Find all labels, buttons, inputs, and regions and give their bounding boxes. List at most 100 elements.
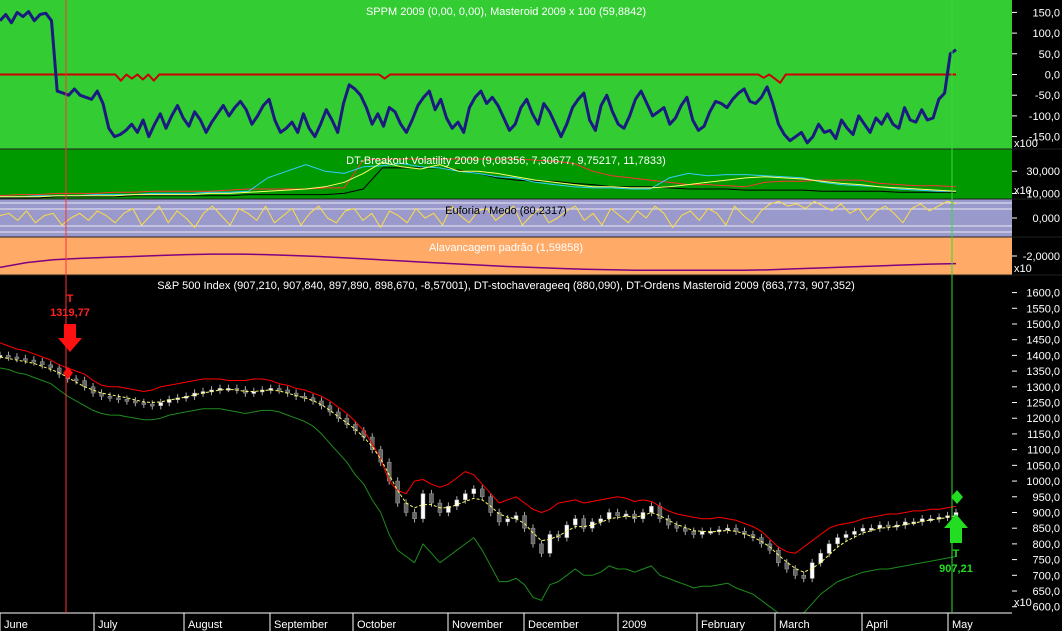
candle-body — [133, 400, 138, 404]
y-tick-label: 950,0 — [1032, 492, 1060, 504]
buy-signal-value: 907,21 — [939, 563, 973, 575]
sell-signal-value: 1319,77 — [50, 307, 90, 319]
y-tick-label: 1250,0 — [1026, 398, 1060, 410]
y-tick-label: 1000,0 — [1026, 476, 1060, 488]
x-tick-label: June — [4, 619, 28, 631]
y-tick-label: 0,000 — [1032, 213, 1060, 225]
candle-body — [479, 488, 485, 498]
candle-body — [776, 549, 781, 563]
x-tick-label: August — [188, 619, 222, 631]
sppm-scale-note: x100 — [1014, 138, 1038, 150]
candle-body — [801, 575, 806, 579]
panel-sppm-title: SPPM 2009 (0,00, 0,00), Masteroid 2009 x… — [366, 6, 646, 18]
panel-price-background — [0, 275, 1012, 613]
candle-body — [683, 527, 688, 532]
candle-body — [793, 568, 798, 576]
candle-body — [691, 531, 696, 535]
y-tick-label: 50,0 — [1039, 49, 1060, 61]
y-tick-label: 1100,0 — [1027, 445, 1060, 457]
y-tick-label: 100,0 — [1032, 28, 1060, 40]
y-tick-label: 800,0 — [1032, 539, 1060, 551]
panel-euforia-title: Euforia / Medo (80,2317) — [445, 205, 567, 217]
candle-body — [412, 512, 417, 520]
y-tick-label: 150,0 — [1032, 7, 1060, 19]
candle-body — [818, 553, 823, 563]
y-tick-label: 850,0 — [1032, 523, 1060, 535]
x-tick-label: 2009 — [622, 619, 646, 631]
breakout-scale-note: x10 — [1014, 185, 1032, 197]
candle-body — [463, 493, 468, 501]
candle-body — [505, 518, 510, 523]
x-tick-label: September — [274, 619, 328, 631]
trading-chart: 150,0100,050,00,0-50,0-100,0-150,030,000… — [0, 0, 1062, 631]
candle-body — [725, 527, 730, 531]
panel-breakout-title: DT-Breakout Volatility 2009 (9,08356, 7,… — [346, 155, 666, 167]
candle-body — [471, 488, 477, 494]
candle-body — [90, 386, 96, 394]
candle-body — [82, 380, 87, 388]
candle-body — [73, 378, 79, 382]
panel-alavancagem-title: Alavancagem padrão (1,59858) — [429, 242, 583, 254]
candle-body — [319, 400, 324, 406]
candle-body — [107, 395, 113, 399]
candle-body — [23, 358, 28, 361]
candle-body — [615, 512, 620, 516]
candle-body — [674, 524, 680, 529]
candle-body — [403, 502, 409, 513]
candle-body — [530, 527, 536, 545]
candle-body — [513, 515, 519, 520]
candle-body — [124, 399, 130, 402]
x-tick-label: November — [452, 619, 503, 631]
y-tick-label: 1550,0 — [1026, 303, 1060, 315]
y-tick-label: 1500,0 — [1026, 319, 1060, 331]
candle-body — [860, 527, 866, 532]
candle-body — [843, 534, 849, 538]
y-tick-label: -100,0 — [1029, 111, 1060, 123]
y-tick-label: 1150,0 — [1027, 429, 1060, 441]
candle-body — [40, 361, 45, 366]
candle-body — [48, 364, 54, 369]
y-tick-label: 0,0 — [1045, 70, 1060, 82]
y-tick-label: 1450,0 — [1026, 335, 1060, 347]
candle-body — [632, 513, 637, 520]
x-tick-label: April — [866, 619, 888, 631]
y-tick-label: 750,0 — [1032, 555, 1060, 567]
candle-body — [649, 505, 654, 513]
y-tick-label: -50,0 — [1035, 90, 1060, 102]
candle-body — [116, 397, 121, 401]
candle-body — [522, 515, 527, 529]
y-tick-label: 700,0 — [1032, 570, 1060, 582]
candle-body — [488, 496, 493, 513]
y-tick-label: 1600,0 — [1026, 288, 1060, 300]
x-tick-label: December — [528, 619, 579, 631]
candle-body — [31, 359, 37, 363]
panel-price-title: S&P 500 Index (907,210, 907,840, 897,890… — [157, 280, 855, 292]
sell-signal-letter: T — [67, 293, 74, 305]
candle-body — [573, 518, 578, 526]
y-tick-label: 1400,0 — [1026, 350, 1060, 362]
x-tick-label: May — [952, 619, 973, 631]
candle-body — [141, 402, 147, 405]
x-axis: June July August September October November De… — [0, 612, 1012, 631]
candle-body — [826, 543, 832, 554]
x-tick-label: March — [779, 619, 810, 631]
candle-body — [598, 518, 603, 523]
candle-body — [429, 493, 434, 504]
candle-body — [547, 534, 553, 554]
alavancagem-scale-note: x10 — [1014, 263, 1032, 275]
candle-body — [886, 524, 891, 528]
y-tick-label: 1050,0 — [1026, 460, 1060, 472]
candle-body — [623, 513, 629, 517]
x-tick-label: October — [357, 619, 396, 631]
y-tick-label: 1350,0 — [1026, 366, 1060, 378]
candle-body — [809, 562, 815, 579]
candle-body — [6, 355, 11, 358]
candle-body — [835, 537, 840, 545]
y-tick-label: 1200,0 — [1026, 413, 1060, 425]
price-scale-note: x10 — [1014, 597, 1032, 609]
candle-body — [56, 367, 62, 375]
candle-body — [539, 543, 544, 554]
candle-body — [276, 388, 282, 391]
candle-body — [158, 402, 163, 406]
y-tick-label: -2,0000 — [1023, 251, 1060, 263]
